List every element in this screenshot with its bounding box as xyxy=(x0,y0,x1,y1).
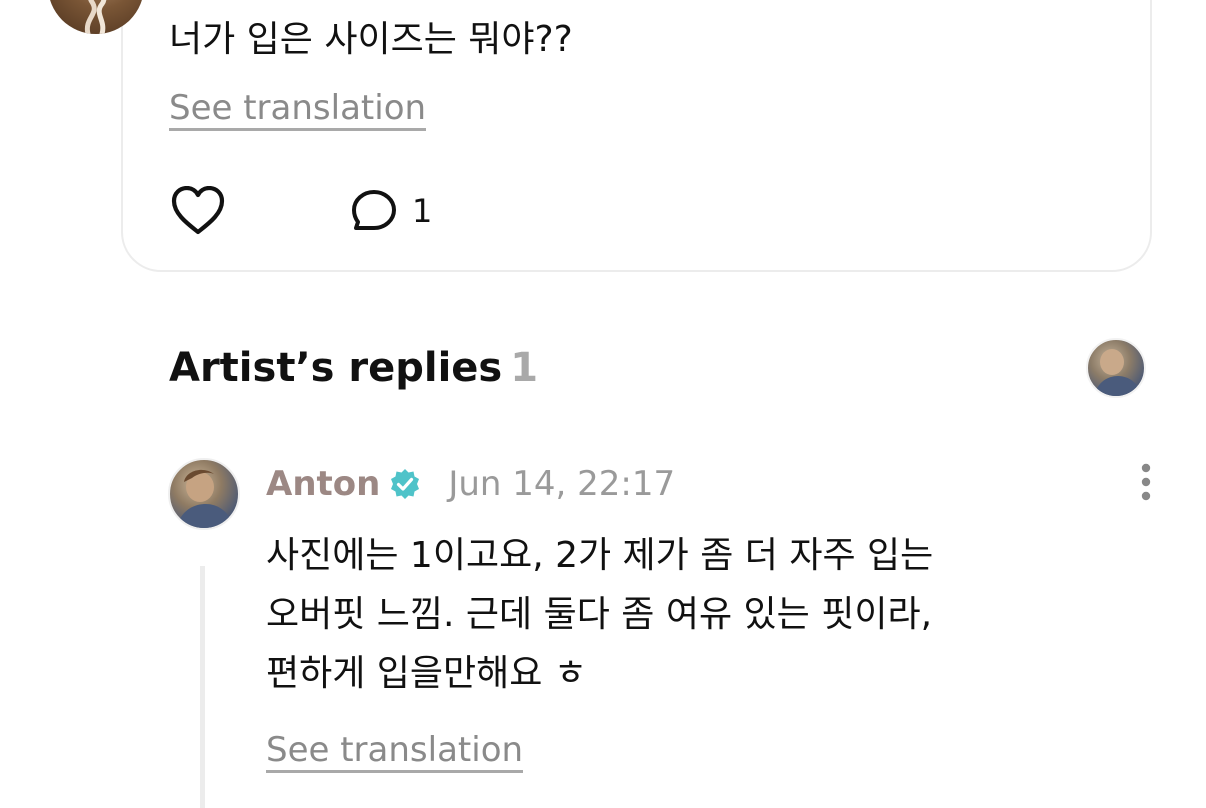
comment-page: 너가 입은 사이즈는 뭐야?? See translation 1 Artist… xyxy=(0,0,1206,808)
reply-thread-line xyxy=(200,566,205,808)
comment-text: 너가 입은 사이즈는 뭐야?? xyxy=(169,19,573,60)
see-translation-link[interactable]: See translation xyxy=(169,88,427,131)
reply-text: 사진에는 1이고요, 2가 제가 좀 더 자주 입는 오버핏 느낌. 근데 둘다… xyxy=(266,526,1146,703)
reply-timestamp: Jun 14, 22:17 xyxy=(448,464,676,504)
reply-text-line: 사진에는 1이고요, 2가 제가 좀 더 자주 입는 xyxy=(266,535,934,576)
avatar-image-icon xyxy=(1094,349,1142,396)
reply-count: 1 xyxy=(412,192,433,230)
more-vertical-icon xyxy=(1141,463,1151,501)
more-options-button[interactable] xyxy=(1128,460,1164,508)
reply-button[interactable]: 1 xyxy=(350,186,432,236)
verified-badge-icon xyxy=(388,467,422,501)
like-button[interactable] xyxy=(170,185,226,236)
reply-header: Anton Jun 14, 22:17 xyxy=(266,462,675,506)
artist-replies-title: Artist’s replies xyxy=(169,345,503,391)
artist-replies-count: 1 xyxy=(510,345,539,391)
heart-outline-icon xyxy=(171,185,225,235)
artist-replies-heading: Artist’s replies 1 xyxy=(169,344,538,392)
avatar-image-icon xyxy=(176,469,234,528)
reply-author-name[interactable]: Anton xyxy=(266,464,380,504)
reply-text-line: 편하게 입을만해요 ㅎ xyxy=(266,653,587,694)
reply-text-line: 오버핏 느낌. 근데 둘다 좀 여유 있는 핏이라, xyxy=(266,594,933,635)
reply-see-translation-link[interactable]: See translation xyxy=(266,730,524,773)
reply-author-avatar[interactable] xyxy=(168,458,240,530)
speech-bubble-icon xyxy=(352,190,396,230)
artist-avatar-small[interactable] xyxy=(1086,338,1146,398)
